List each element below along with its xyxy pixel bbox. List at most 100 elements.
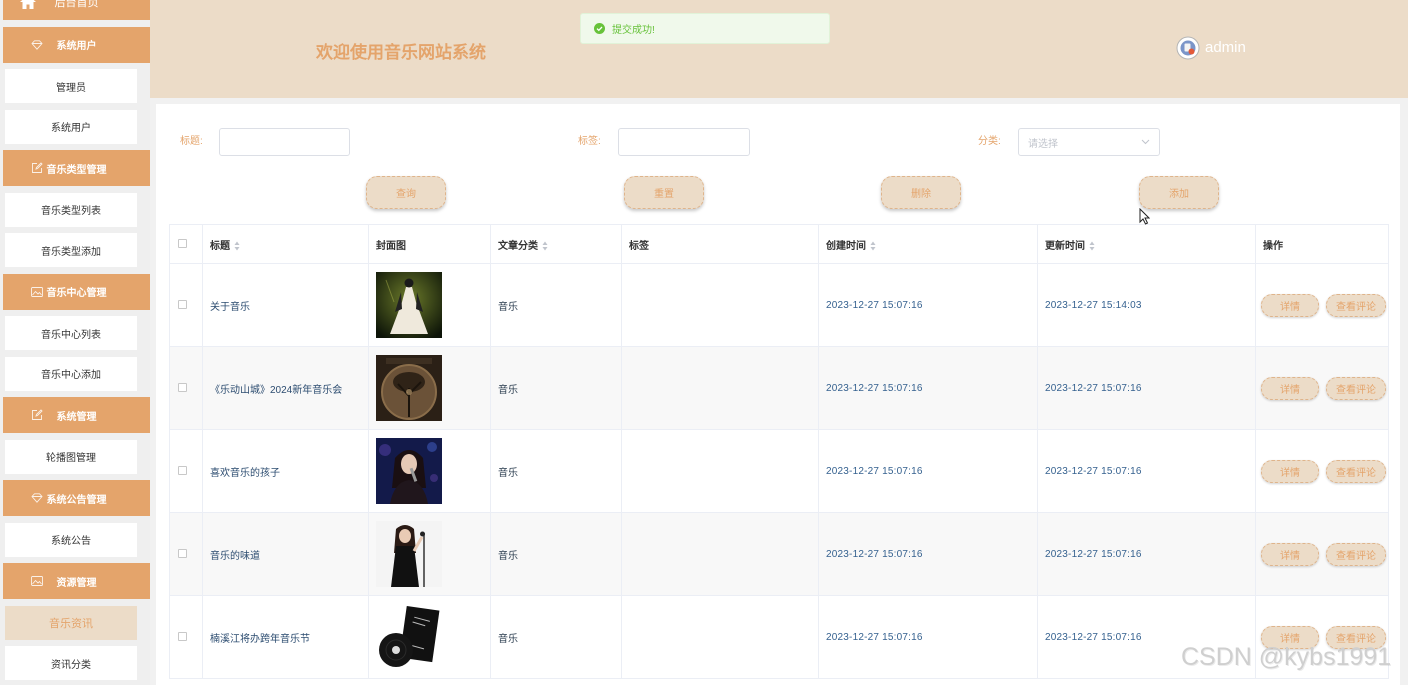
cover-image[interactable] [376, 355, 442, 421]
sidebar-group-label: 音乐中心管理 [46, 288, 107, 299]
row-title: 楠溪江将办跨年音乐节 [210, 633, 310, 645]
row-updated-at: 2023-12-27 15:14:03 [1045, 299, 1142, 311]
row-checkbox[interactable] [178, 466, 187, 476]
detail-button[interactable]: 详情 [1261, 293, 1319, 317]
page-title: 欢迎使用音乐网站系统 [316, 43, 486, 62]
table-cell [169, 595, 203, 679]
sidebar-group-label: 系统用户 [56, 41, 97, 52]
sidebar-group-music-types[interactable]: 音乐类型管理 [3, 150, 150, 186]
table-row: 音乐的味道 音乐 2023-12-27 15:07:16 2023-12-27 … [169, 512, 1389, 596]
sidebar-item-system-users[interactable]: 系统用户 [5, 109, 137, 144]
row-checkbox[interactable] [178, 300, 187, 310]
image-icon [31, 286, 43, 297]
title-filter-label: 标题: [180, 136, 203, 147]
tag-filter-input[interactable] [618, 128, 750, 156]
sidebar-item-music-center-list[interactable]: 音乐中心列表 [5, 316, 137, 350]
view-comments-button[interactable]: 查看评论 [1326, 293, 1386, 317]
column-header-actions: 操作 [1263, 240, 1283, 252]
row-updated-at: 2023-12-27 15:07:16 [1045, 382, 1142, 394]
table-row: 关于音乐 音乐 2023-12-27 15:07:16 2023-12-27 1… [169, 263, 1389, 347]
table-row: 喜欢音乐的孩子 音乐 2023-12-27 15:07:16 2023-12-2… [169, 429, 1389, 513]
row-updated-at: 2023-12-27 15:07:16 [1045, 631, 1142, 643]
home-icon [20, 0, 36, 9]
cover-image[interactable] [376, 438, 442, 504]
main-panel: 标题: 标签: 分类: 请选择 查询 重置 删除 添加 标题 封面图 文章分类 … [156, 104, 1400, 685]
image-icon [31, 576, 43, 586]
delete-button[interactable]: 删除 [881, 176, 961, 209]
header-cell: 封面图 [368, 224, 491, 264]
sidebar-item-announcement[interactable]: 系统公告 [5, 522, 137, 557]
row-checkbox[interactable] [178, 383, 187, 393]
sidebar-group-system-users[interactable]: 系统用户 [3, 26, 150, 63]
sidebar-item-music-type-add[interactable]: 音乐类型添加 [5, 233, 137, 267]
select-all-checkbox[interactable] [178, 239, 187, 249]
sidebar-item-music-news[interactable]: 音乐资讯 [5, 605, 137, 640]
row-created-at: 2023-12-27 15:07:16 [826, 465, 923, 477]
table-cell [368, 263, 491, 347]
sidebar-item-admins[interactable]: 管理员 [5, 69, 137, 103]
sidebar-group-resources[interactable]: 资源管理 [3, 563, 150, 599]
diamond-icon [31, 493, 43, 503]
table-cell: 2023-12-27 15:07:16 [818, 595, 1038, 679]
row-category: 音乐 [498, 550, 518, 562]
row-title: 关于音乐 [210, 301, 250, 313]
sidebar-item-music-center-add[interactable]: 音乐中心添加 [5, 356, 137, 391]
row-title: 喜欢音乐的孩子 [210, 467, 280, 479]
sort-icon[interactable] [234, 241, 240, 251]
add-button[interactable]: 添加 [1139, 176, 1219, 209]
sidebar-group-music-center[interactable]: 音乐中心管理 [3, 273, 150, 310]
row-tags [621, 512, 819, 596]
avatar-icon[interactable] [1176, 36, 1200, 60]
success-check-icon [594, 23, 605, 34]
sort-icon[interactable] [870, 241, 876, 251]
sort-icon[interactable] [542, 241, 548, 251]
tag-filter-label: 标签: [578, 136, 601, 147]
sidebar-group-system-management[interactable]: 系统管理 [3, 397, 150, 433]
sort-icon[interactable] [1089, 241, 1095, 251]
cover-image[interactable] [376, 272, 442, 338]
watermark: CSDN @kybs1991 [1181, 643, 1392, 671]
row-tags [621, 595, 819, 679]
view-comments-button[interactable]: 查看评论 [1326, 376, 1386, 400]
row-created-at: 2023-12-27 15:07:16 [826, 548, 923, 560]
table-cell: 音乐 [490, 346, 622, 430]
cover-image[interactable] [376, 521, 442, 587]
sidebar-item-carousel[interactable]: 轮播图管理 [5, 439, 137, 474]
column-header-updated: 更新时间 [1045, 240, 1085, 252]
row-checkbox[interactable] [178, 632, 187, 642]
row-category: 音乐 [498, 467, 518, 479]
query-button[interactable]: 查询 [366, 176, 446, 209]
sidebar-group-announcements[interactable]: 系统公告管理 [3, 480, 150, 516]
column-header-category: 文章分类 [498, 240, 538, 252]
category-select[interactable]: 请选择 [1018, 128, 1160, 156]
table-header-row: 标题 封面图 文章分类 标签 创建时间 更新时间 操作 [169, 224, 1389, 264]
detail-button[interactable]: 详情 [1261, 542, 1319, 566]
table-cell [368, 595, 491, 679]
header-cell[interactable]: 更新时间 [1037, 224, 1256, 264]
header-cell[interactable]: 文章分类 [490, 224, 622, 264]
cover-image[interactable] [376, 604, 442, 670]
sidebar-home-label: 后台首页 [54, 0, 99, 9]
view-comments-button[interactable]: 查看评论 [1326, 542, 1386, 566]
table-cell: 音乐的味道 [202, 512, 369, 596]
detail-button[interactable]: 详情 [1261, 459, 1319, 483]
row-checkbox[interactable] [178, 549, 187, 559]
row-created-at: 2023-12-27 15:07:16 [826, 382, 923, 394]
header-cell[interactable]: 创建时间 [818, 224, 1038, 264]
detail-button[interactable]: 详情 [1261, 376, 1319, 400]
view-comments-button[interactable]: 查看评论 [1326, 459, 1386, 483]
table-cell: 详情 查看评论 [1255, 346, 1389, 430]
sidebar: 后台首页 系统用户 管理员 系统用户 音乐类型管理 音乐类型列表 音乐类型添加 … [0, 0, 150, 685]
table-cell [368, 346, 491, 430]
table-cell: 详情 查看评论 [1255, 263, 1389, 347]
reset-button[interactable]: 重置 [624, 176, 704, 209]
header-cell[interactable]: 标题 [202, 224, 369, 264]
table-cell: 2023-12-27 15:07:16 [1037, 429, 1256, 513]
sidebar-item-music-type-list[interactable]: 音乐类型列表 [5, 192, 137, 227]
diamond-icon [31, 39, 43, 50]
sidebar-home[interactable]: 后台首页 [3, 0, 150, 20]
sidebar-item-news-category[interactable]: 资讯分类 [5, 646, 137, 680]
title-filter-input[interactable] [219, 128, 350, 156]
table-cell [169, 346, 203, 430]
username[interactable]: admin [1205, 39, 1246, 56]
